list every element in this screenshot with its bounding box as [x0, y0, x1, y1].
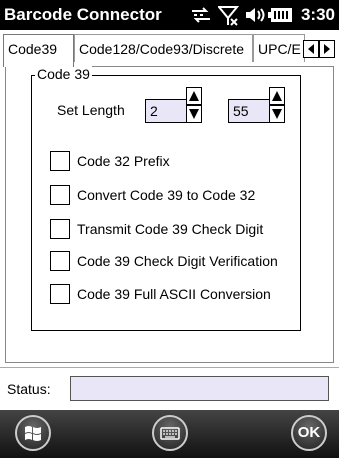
clock: 3:30 — [300, 5, 335, 24]
transmit-check-digit-checkbox[interactable] — [50, 219, 70, 239]
volume-icon — [244, 5, 266, 30]
arrow-down-icon — [189, 109, 199, 119]
no-signal-icon — [216, 5, 240, 32]
check-digit-verification-checkbox[interactable] — [50, 251, 70, 271]
bottom-bar: OK — [0, 410, 339, 458]
battery-icon — [268, 5, 294, 30]
checkbox-label: Convert Code 39 to Code 32 — [77, 187, 256, 203]
full-ascii-conversion-checkbox[interactable] — [50, 284, 70, 304]
tab-upc[interactable]: UPC/E — [253, 34, 305, 62]
arrow-up-icon — [189, 91, 199, 101]
tab-code128[interactable]: Code128/Code93/Discrete — [74, 34, 253, 62]
start-button[interactable] — [15, 415, 51, 451]
tab-strip: Code39 Code128/Code93/Discrete UPC/E — [0, 30, 339, 67]
ok-label: OK — [297, 424, 321, 441]
tab-scroll-right-button[interactable] — [319, 40, 335, 58]
keyboard-button[interactable] — [152, 415, 188, 451]
convert-to-code32-checkbox[interactable] — [50, 185, 70, 205]
triangle-right-icon — [324, 44, 330, 54]
tab-scroll-left-button[interactable] — [303, 40, 319, 58]
code32-prefix-checkbox[interactable] — [50, 151, 70, 171]
keyboard-icon — [160, 427, 180, 440]
status-field — [70, 376, 329, 401]
arrow-down-icon — [272, 109, 282, 119]
checkbox-label: Transmit Code 39 Check Digit — [77, 221, 264, 237]
title-bar: Barcode Connector 3:30 — [0, 0, 339, 30]
windows-logo-icon — [25, 426, 41, 441]
max-length-value: 55 — [233, 103, 249, 119]
min-length-value: 2 — [150, 103, 158, 119]
tab-code39[interactable]: Code39 — [3, 34, 74, 67]
status-area: Status: — [0, 368, 339, 410]
ok-button[interactable]: OK — [291, 415, 327, 451]
checkbox-label: Code 32 Prefix — [77, 153, 170, 169]
max-length-down-button[interactable] — [269, 105, 285, 123]
checkbox-label: Code 39 Check Digit Verification — [77, 253, 278, 269]
max-length-up-button[interactable] — [269, 87, 285, 105]
tab-label: UPC/E — [258, 41, 301, 57]
min-length-up-button[interactable] — [186, 87, 202, 105]
app-title: Barcode Connector — [4, 5, 162, 24]
set-length-label: Set Length — [57, 102, 125, 118]
arrow-up-icon — [272, 91, 282, 101]
group-title: Code 39 — [35, 66, 92, 82]
tab-label: Code128/Code93/Discrete — [79, 41, 244, 57]
tab-label: Code39 — [8, 41, 58, 57]
status-label: Status: — [7, 381, 51, 397]
triangle-left-icon — [308, 44, 314, 54]
data-sync-icon — [190, 5, 212, 30]
min-length-down-button[interactable] — [186, 105, 202, 123]
checkbox-label: Code 39 Full ASCII Conversion — [77, 286, 271, 302]
